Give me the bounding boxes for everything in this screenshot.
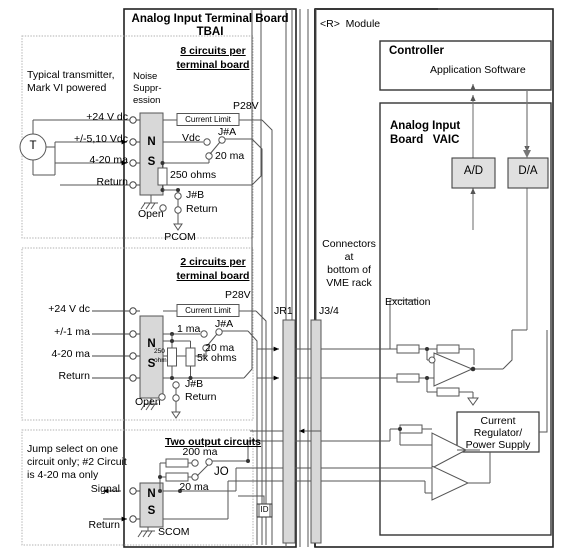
pcom-label: PCOM: [164, 231, 196, 243]
terminal-label-24vdc-2: +24 V dc: [48, 303, 90, 315]
transmitter-note-1: Typical transmitter,: [27, 69, 115, 81]
resistor-250ohm-label-1: 250: [154, 348, 165, 355]
current-limit-label-8: Current Limit: [185, 115, 231, 124]
excitation-label: Excitation: [385, 296, 431, 308]
p28v-label-8: P28V: [233, 100, 259, 112]
two-circuit-heading-1: 2 circuits per: [180, 256, 246, 268]
psu-label-2: Regulator/: [473, 427, 523, 439]
vdc-label: Vdc: [182, 132, 201, 144]
j34-label: J3/4: [319, 305, 339, 317]
da-label: D/A: [518, 165, 538, 177]
scom-label: SCOM: [158, 526, 190, 538]
psu-label-1: Current: [480, 415, 516, 427]
psu-label-3: Power Supply: [465, 439, 531, 451]
connectors-note-2: at: [344, 251, 354, 263]
ma20-label-out: 20 ma: [179, 481, 209, 493]
vaic-title-1: Analog Input: [390, 120, 461, 132]
resistor-250ohm-label-2: ohm: [154, 357, 167, 364]
return-label-8: Return: [186, 203, 218, 215]
vaic-title-2: Board VAIC: [390, 134, 460, 146]
return-label-2: Return: [185, 391, 217, 403]
jumper-b-label-8: J#B: [186, 189, 205, 201]
jumper-a-label-8: J#A: [218, 126, 237, 138]
controller-title: Controller: [389, 45, 444, 57]
terminal-label-return-2: Return: [58, 370, 90, 382]
noise-label-3: ession: [133, 95, 161, 106]
jumper-b-label-2: J#B: [185, 378, 204, 390]
r-module-label: <R> Module: [320, 18, 381, 30]
ns-block-n-8: N: [147, 136, 156, 148]
id-label: ID: [260, 505, 269, 514]
terminal-label-vdc-8: +/-5,10 Vdc: [74, 133, 128, 145]
p28v-label-2: P28V: [225, 289, 251, 301]
transmitter-note-2: Mark VI powered: [27, 82, 107, 94]
junction-dot: [170, 339, 174, 343]
junction-dot: [425, 376, 429, 380]
resistor-5kohms-label: 5k ohms: [197, 352, 237, 364]
jo-label: JO: [214, 466, 229, 478]
junction-dot: [246, 459, 250, 463]
tbai-title-line2: TBAI: [196, 26, 224, 38]
ad-label: A/D: [463, 165, 484, 177]
ns-block-n-out: N: [147, 488, 156, 500]
terminal-label-return-8: Return: [96, 176, 128, 188]
junction-dot: [398, 427, 402, 431]
tbai-title-line1: Analog Input Terminal Board: [131, 13, 289, 25]
two-circuit-heading-2: terminal board: [176, 270, 250, 282]
diagram-canvas: Analog Input Terminal Board TBAI <R> Mod…: [0, 0, 566, 559]
eight-circuit-heading-2: terminal board: [176, 59, 250, 71]
connectors-note-1: Connectors: [322, 238, 376, 250]
jumper-a-label-2: J#A: [215, 318, 234, 330]
jr1-label: JR1: [274, 305, 293, 317]
noise-label-1: Noise: [133, 71, 158, 82]
signal-label: Signal: [90, 483, 120, 495]
return-label-out: Return: [88, 519, 120, 531]
output-note-3: is 4-20 ma only: [27, 469, 99, 481]
junction-dot: [425, 347, 429, 351]
output-note-2: circuit only; #2 Circuit: [27, 456, 127, 468]
resistor-250ohms-label: 250 ohms: [170, 169, 217, 181]
application-software-label: Application Software: [430, 64, 526, 76]
ma20-label-8: 20 ma: [215, 150, 245, 162]
junction-dot: [470, 366, 476, 372]
junction-dot: [170, 376, 174, 380]
terminal-label-420ma-8: 4-20 ma: [89, 154, 128, 166]
junction-dot: [158, 475, 162, 479]
ma200-label: 200 ma: [182, 446, 218, 458]
ma1-label: 1 ma: [177, 323, 201, 335]
ns-block-s-8: S: [147, 156, 156, 168]
connector-jr1: [282, 319, 296, 544]
current-limit-label-2: Current Limit: [185, 306, 231, 315]
open-label-2: Open: [135, 396, 161, 408]
terminal-label-24vdc-8: +24 V dc: [86, 111, 128, 123]
terminal-label-1ma-2: +/-1 ma: [54, 326, 90, 338]
open-label-8: Open: [138, 208, 164, 220]
junction-dot: [176, 188, 180, 192]
terminal-label-420ma-2: 4-20 ma: [51, 348, 90, 360]
connectors-note-3: bottom of: [327, 264, 371, 276]
eight-circuit-heading-1: 8 circuits per: [180, 45, 246, 57]
ns-block-s-out: S: [147, 505, 156, 517]
connectors-note-4: VME rack: [326, 277, 372, 289]
noise-label-2: Suppr-: [133, 83, 162, 94]
output-note-1: Jump select on one: [27, 443, 119, 455]
